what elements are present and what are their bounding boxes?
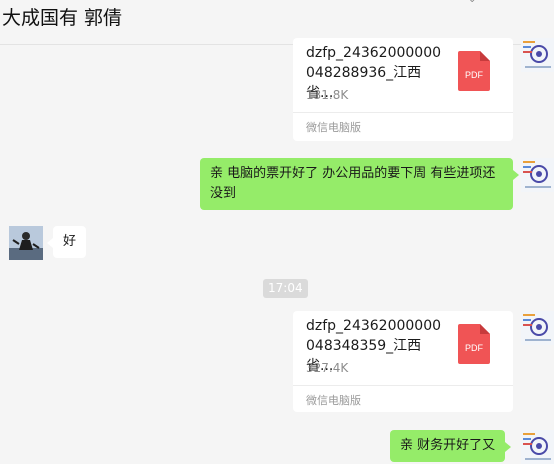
pdf-file-icon: PDF	[458, 51, 490, 91]
message-text: 亲 电脑的票开好了 办公用品的要下周 有些进项还没到	[210, 166, 496, 201]
svg-text:PDF: PDF	[465, 343, 484, 353]
file-source-label: 微信电脑版	[306, 121, 361, 134]
file-message-card[interactable]: dzfp_24362000000048288936_江西省... 131.8K …	[293, 38, 513, 141]
message-timestamp: 17:04	[263, 279, 308, 298]
svg-text:PDF: PDF	[465, 70, 484, 80]
message-bubble-self[interactable]: 亲 财务开好了又	[390, 430, 512, 462]
more-icon[interactable]: ⌄	[468, 0, 476, 5]
avatar-image	[521, 38, 554, 72]
file-card-divider	[293, 385, 513, 386]
file-size: 327.4K	[306, 361, 349, 375]
avatar-image	[521, 158, 554, 192]
chat-title[interactable]: 大成国有 郭倩	[2, 3, 122, 30]
file-card-divider	[293, 112, 513, 113]
file-source-label: 微信电脑版	[306, 394, 361, 407]
message-bubble-self[interactable]: 亲 电脑的票开好了 办公用品的要下周 有些进项还没到	[200, 158, 519, 210]
my-avatar[interactable]	[521, 38, 554, 72]
my-avatar[interactable]	[521, 311, 554, 345]
avatar-image	[521, 311, 554, 345]
avatar-image	[521, 430, 554, 464]
avatar-image	[9, 226, 43, 260]
my-avatar[interactable]	[521, 430, 554, 464]
message-bubble-other[interactable]: 好	[46, 226, 87, 258]
contact-avatar[interactable]	[9, 226, 43, 260]
my-avatar[interactable]	[521, 158, 554, 192]
message-text: 亲 财务开好了又	[400, 438, 496, 453]
pdf-file-icon: PDF	[458, 324, 490, 364]
message-text: 好	[63, 234, 77, 249]
file-message-card[interactable]: dzfp_24362000000048348359_江西省... 327.4K …	[293, 311, 513, 412]
file-size: 131.8K	[306, 88, 349, 102]
